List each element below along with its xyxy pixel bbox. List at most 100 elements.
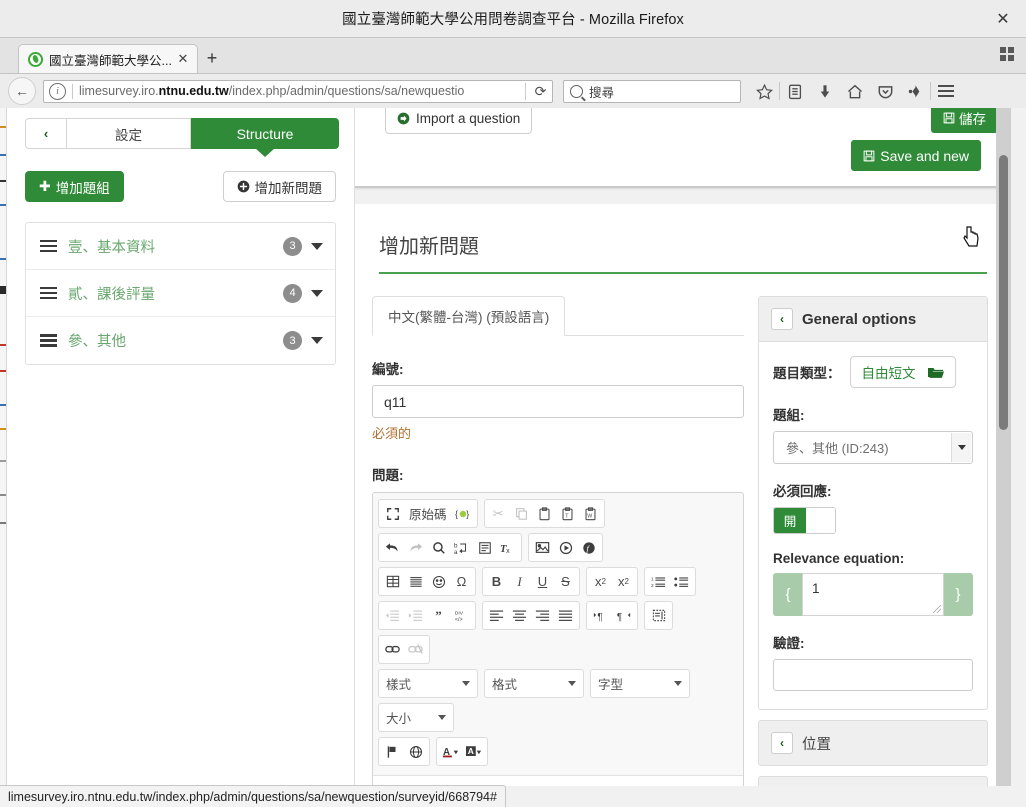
outdent-icon[interactable] — [381, 604, 404, 627]
align-justify-icon[interactable] — [554, 604, 577, 627]
remove-format-icon[interactable]: Tx — [496, 536, 519, 559]
paste-from-word-icon[interactable]: W — [579, 502, 602, 525]
replace-icon[interactable]: ba — [450, 536, 473, 559]
drag-handle-icon[interactable] — [40, 286, 57, 300]
special-char-icon[interactable]: Ω — [450, 570, 473, 593]
smiley-icon[interactable] — [427, 570, 450, 593]
text-color-icon[interactable]: A — [439, 740, 462, 763]
superscript-icon[interactable]: x2 — [612, 570, 635, 593]
ltr-icon[interactable]: ¶ — [589, 604, 612, 627]
pocket-icon[interactable] — [870, 78, 900, 104]
downloads-icon[interactable] — [810, 78, 840, 104]
tab-list-grid-icon[interactable] — [1000, 47, 1016, 63]
mandatory-toggle[interactable]: 開 — [773, 507, 836, 534]
align-left-icon[interactable] — [485, 604, 508, 627]
group-list-item[interactable]: 壹、基本資料 3 — [26, 223, 335, 270]
paste-icon[interactable] — [533, 502, 556, 525]
align-center-icon[interactable] — [508, 604, 531, 627]
align-right-icon[interactable] — [531, 604, 554, 627]
site-info-icon[interactable]: i — [49, 82, 66, 100]
bookmark-star-icon[interactable] — [749, 78, 779, 104]
window-titlebar: 國立臺灣師範大學公用問卷調查平台 - Mozilla Firefox ✕ — [0, 0, 1026, 38]
window-close-button[interactable]: ✕ — [992, 8, 1014, 30]
tab-language-default[interactable]: 中文(繁體-台灣) (預設語言) — [372, 296, 566, 336]
browser-tab[interactable]: 國立臺灣師範大學公... ✕ — [18, 44, 198, 73]
save-button[interactable]: 儲存 — [931, 108, 998, 133]
chevron-down-icon[interactable] — [311, 289, 323, 297]
unlink-icon[interactable] — [404, 638, 427, 661]
collapse-chevron-left-icon[interactable]: ‹ — [771, 308, 793, 330]
tab-structure[interactable]: Structure — [191, 118, 339, 149]
sidebar-collapse-button[interactable]: ‹ — [25, 118, 67, 149]
page-scrollbar[interactable] — [996, 108, 1011, 786]
page-scrollbar-thumb[interactable] — [999, 155, 1008, 430]
group-list-item[interactable]: 貳、課後評量 4 — [26, 270, 335, 317]
show-blocks-icon[interactable] — [647, 604, 670, 627]
font-size-select[interactable]: 大小 — [378, 703, 454, 732]
import-question-button[interactable]: Import a question — [385, 108, 533, 134]
format-select[interactable]: 格式 — [484, 669, 584, 698]
sync-icon[interactable] — [900, 78, 930, 104]
italic-icon[interactable]: I — [508, 570, 531, 593]
validation-input[interactable] — [773, 659, 973, 691]
select-all-icon[interactable] — [473, 536, 496, 559]
undo-icon[interactable] — [381, 536, 404, 559]
search-bar[interactable]: 搜尋 — [563, 79, 741, 103]
background-color-icon[interactable]: A — [462, 740, 485, 763]
relevance-equation-input[interactable]: 1 — [802, 573, 944, 616]
font-select[interactable]: 字型 — [590, 669, 690, 698]
resize-grip-icon[interactable] — [933, 605, 941, 613]
question-type-button[interactable]: 自由短文 — [849, 356, 956, 388]
strikethrough-icon[interactable]: S — [554, 570, 577, 593]
tab-close-icon[interactable]: ✕ — [175, 51, 191, 67]
link-icon[interactable] — [381, 638, 404, 661]
bold-icon[interactable]: B — [485, 570, 508, 593]
url-reload-wrap: ⟳ — [520, 82, 550, 100]
cut-icon[interactable]: ✂ — [487, 502, 510, 525]
back-button-icon[interactable]: ← — [8, 77, 36, 105]
media-embed-icon[interactable] — [554, 536, 577, 559]
add-question-button[interactable]: 增加新問題 — [222, 171, 336, 202]
horizontal-rule-icon[interactable] — [404, 570, 427, 593]
styles-select[interactable]: 樣式 — [378, 669, 478, 698]
underline-icon[interactable]: U — [531, 570, 554, 593]
maximize-icon[interactable] — [381, 502, 404, 525]
redo-icon[interactable] — [404, 536, 427, 559]
collapse-chevron-left-icon[interactable]: ‹ — [771, 732, 793, 754]
chevron-down-icon[interactable] — [311, 242, 323, 250]
home-icon[interactable] — [840, 78, 870, 104]
menu-hamburger-icon[interactable] — [931, 78, 961, 104]
image-icon[interactable] — [531, 536, 554, 559]
group-select[interactable]: 參、其他 (ID:243) — [773, 431, 973, 464]
chevron-down-icon[interactable] — [311, 337, 323, 344]
reading-list-icon[interactable] — [780, 78, 810, 104]
bulleted-list-icon[interactable] — [670, 570, 693, 593]
paste-as-text-icon[interactable]: T — [556, 502, 579, 525]
other-panel-header[interactable]: ‹ 其它 — [758, 776, 988, 786]
rtl-icon[interactable]: ¶ — [612, 604, 635, 627]
div-container-icon[interactable]: DIV </> — [450, 604, 473, 627]
numbered-list-icon[interactable]: 12 — [647, 570, 670, 593]
position-panel-header[interactable]: ‹ 位置 — [758, 720, 988, 766]
code-input[interactable]: q11 — [372, 385, 744, 418]
copy-icon[interactable] — [510, 502, 533, 525]
new-tab-button[interactable]: + — [198, 44, 226, 73]
drag-handle-icon[interactable] — [40, 239, 57, 253]
globe-icon[interactable] — [404, 740, 427, 763]
tab-settings[interactable]: 設定 — [67, 118, 191, 149]
reload-icon[interactable]: ⟳ — [531, 83, 550, 100]
flag-icon[interactable] — [381, 740, 404, 763]
find-icon[interactable] — [427, 536, 450, 559]
save-and-new-button[interactable]: Save and new — [851, 140, 981, 171]
drag-handle-icon[interactable] — [40, 334, 57, 347]
blockquote-icon[interactable]: ” — [427, 604, 450, 627]
lime-replace-icon[interactable]: {} — [452, 502, 475, 525]
source-code-button[interactable]: 原始碼 — [404, 502, 452, 525]
indent-icon[interactable] — [404, 604, 427, 627]
table-icon[interactable] — [381, 570, 404, 593]
group-list-item[interactable]: 參、其他 3 — [26, 317, 335, 364]
subscript-icon[interactable]: x2 — [589, 570, 612, 593]
flash-icon[interactable]: f — [577, 536, 600, 559]
add-group-button[interactable]: ✚ 增加題組 — [25, 171, 124, 202]
url-bar[interactable]: i limesurvey.iro.ntnu.edu.tw/index.php/a… — [43, 79, 553, 103]
